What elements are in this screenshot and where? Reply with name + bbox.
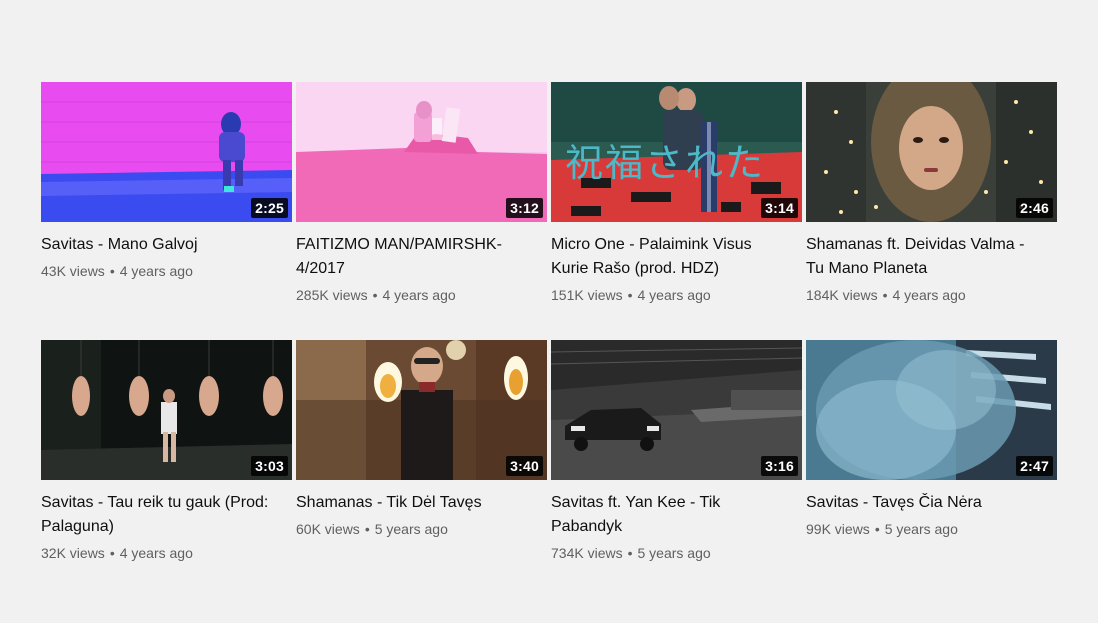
video-card[interactable]: 3:16 Savitas ft. Yan Kee - Tik Pabandyk … (551, 340, 802, 598)
meta-separator: • (627, 545, 633, 561)
video-card[interactable]: 2:47 Savitas - Tavęs Čia Nėra 99K views •… (806, 340, 1057, 598)
video-duration: 2:47 (1016, 456, 1053, 476)
video-title[interactable]: Shamanas ft. Deividas Valma - Tu Mano Pl… (806, 233, 1057, 281)
video-grid: 2:25 Savitas - Mano Galvoj 43K views • 4 y… (41, 82, 1058, 598)
video-title[interactable]: Savitas ft. Yan Kee - Tik Pabandyk (551, 491, 802, 539)
video-card[interactable]: 2:46 Shamanas ft. Deividas Valma - Tu Ma… (806, 82, 1057, 340)
video-duration: 3:14 (761, 198, 798, 218)
video-views: 32K views (41, 545, 105, 561)
video-views: 734K views (551, 545, 623, 561)
video-age: 5 years ago (884, 521, 958, 537)
thumbnail-overlay-text: 祝福された (565, 141, 766, 185)
video-title[interactable]: Savitas - Mano Galvoj (41, 233, 292, 257)
video-views: 99K views (806, 521, 870, 537)
video-thumbnail[interactable]: 3:03 (41, 340, 292, 480)
meta-separator: • (109, 545, 115, 561)
video-meta: 285K views • 4 years ago (296, 286, 547, 304)
video-views: 285K views (296, 287, 368, 303)
video-views: 151K views (551, 287, 623, 303)
video-title[interactable]: Savitas - Tau reik tu gauk (Prod: Palagu… (41, 491, 292, 539)
video-duration: 3:03 (251, 456, 288, 476)
meta-separator: • (627, 287, 633, 303)
video-title[interactable]: Shamanas - Tik Dėl Tavęs (296, 491, 547, 515)
video-age: 4 years ago (382, 287, 456, 303)
meta-separator: • (364, 521, 370, 537)
video-age: 4 years ago (119, 263, 193, 279)
video-thumbnail[interactable]: 3:16 (551, 340, 802, 480)
video-meta: 151K views • 4 years ago (551, 286, 802, 304)
video-meta: 43K views • 4 years ago (41, 262, 292, 280)
meta-separator: • (882, 287, 888, 303)
video-age: 4 years ago (119, 545, 193, 561)
video-meta: 60K views • 5 years ago (296, 520, 547, 538)
video-thumbnail[interactable]: 3:40 (296, 340, 547, 480)
video-meta: 184K views • 4 years ago (806, 286, 1057, 304)
video-card[interactable]: 3:12 FAITIZMO MAN/PAMIRSHK-4/2017 285K v… (296, 82, 547, 340)
video-thumbnail[interactable]: 3:12 (296, 82, 547, 222)
video-age: 4 years ago (892, 287, 966, 303)
video-meta: 734K views • 5 years ago (551, 544, 802, 562)
video-age: 5 years ago (374, 521, 448, 537)
meta-separator: • (109, 263, 115, 279)
video-age: 4 years ago (637, 287, 711, 303)
video-meta: 32K views • 4 years ago (41, 544, 292, 562)
video-duration: 3:16 (761, 456, 798, 476)
meta-separator: • (372, 287, 378, 303)
video-duration: 3:12 (506, 198, 543, 218)
video-duration: 2:25 (251, 198, 288, 218)
video-thumbnail[interactable]: 祝福された 3:14 (551, 82, 802, 222)
video-duration: 3:40 (506, 456, 543, 476)
video-thumbnail[interactable]: 2:25 (41, 82, 292, 222)
meta-separator: • (874, 521, 880, 537)
video-thumbnail[interactable]: 2:46 (806, 82, 1057, 222)
video-duration: 2:46 (1016, 198, 1053, 218)
video-age: 5 years ago (637, 545, 711, 561)
video-views: 184K views (806, 287, 878, 303)
video-meta: 99K views • 5 years ago (806, 520, 1057, 538)
video-card[interactable]: 3:03 Savitas - Tau reik tu gauk (Prod: P… (41, 340, 292, 598)
video-card[interactable]: 祝福された 3:14 Micro One - Palaimink Visus K… (551, 82, 802, 340)
video-title[interactable]: Micro One - Palaimink Visus Kurie Rašo (… (551, 233, 802, 281)
video-card[interactable]: 3:40 Shamanas - Tik Dėl Tavęs 60K views •… (296, 340, 547, 598)
video-thumbnail[interactable]: 2:47 (806, 340, 1057, 480)
video-title[interactable]: Savitas - Tavęs Čia Nėra (806, 491, 1057, 515)
video-card[interactable]: 2:25 Savitas - Mano Galvoj 43K views • 4 y… (41, 82, 292, 340)
video-views: 43K views (41, 263, 105, 279)
video-title[interactable]: FAITIZMO MAN/PAMIRSHK-4/2017 (296, 233, 547, 281)
video-views: 60K views (296, 521, 360, 537)
